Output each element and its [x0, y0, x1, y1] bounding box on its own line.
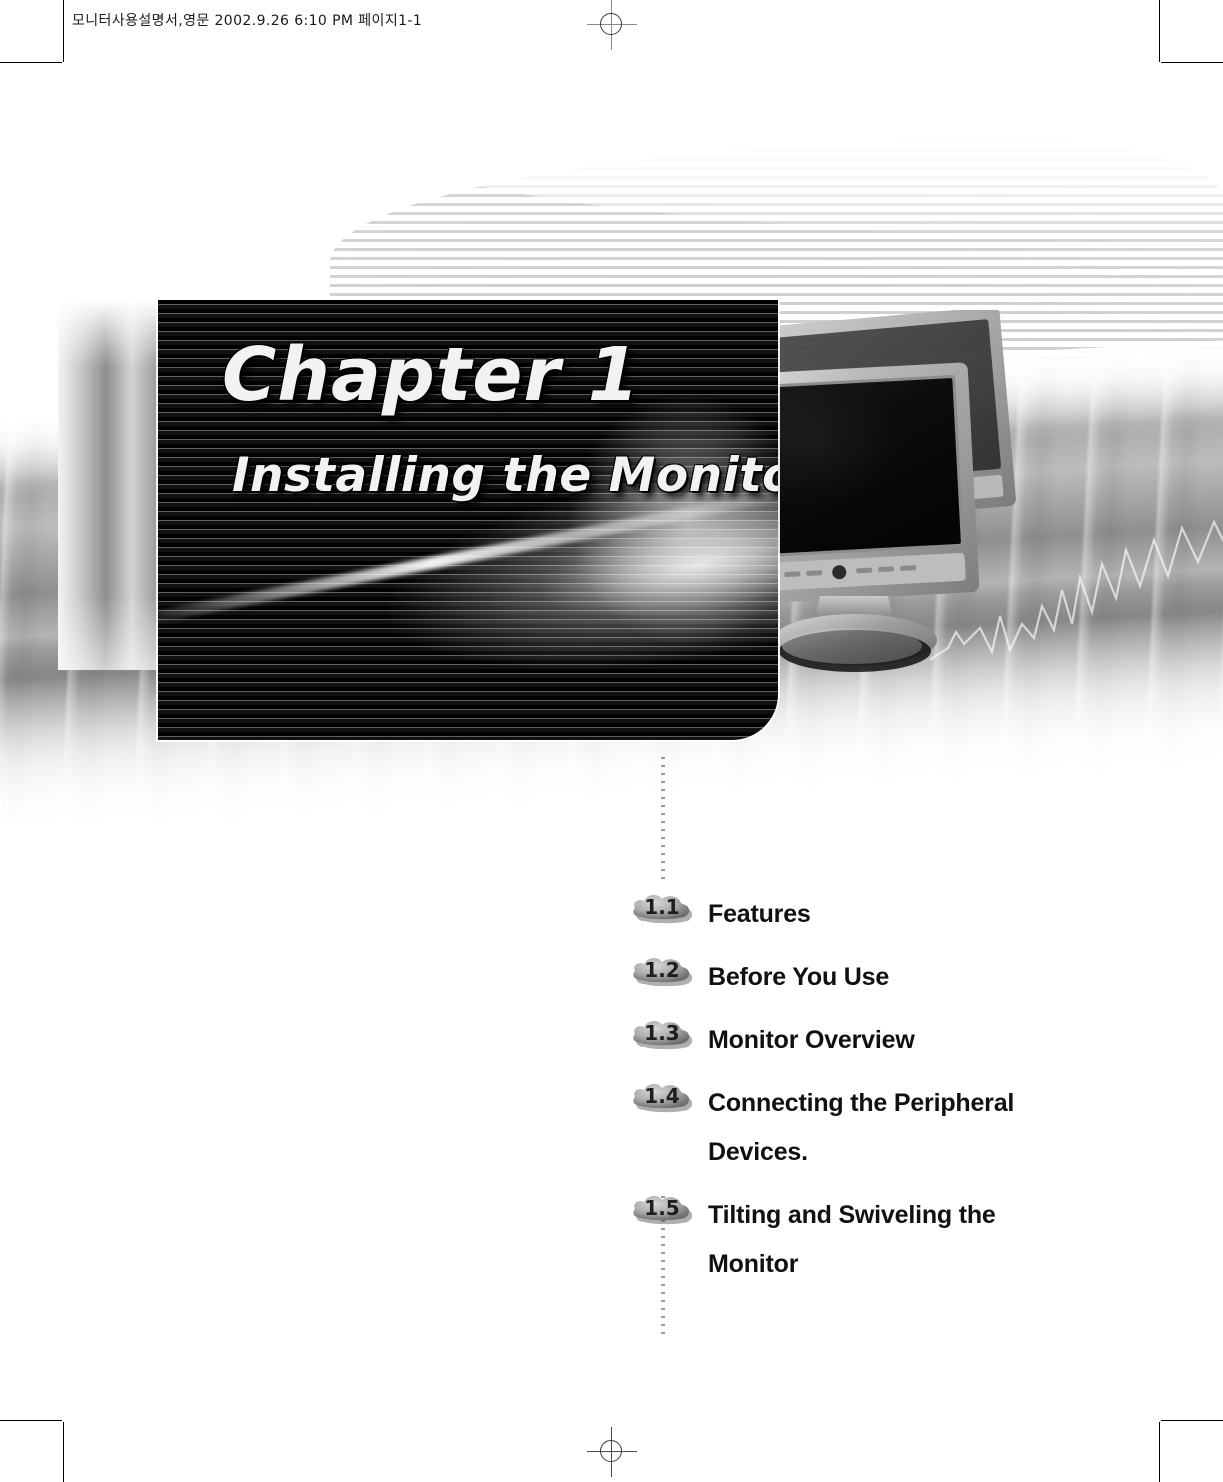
toc-item-1-2[interactable]: 1.2 Before You Use	[628, 953, 1098, 1002]
crop-mark-bottom-right-horizontal	[1161, 1420, 1223, 1421]
registration-mark-circle	[600, 13, 622, 35]
toc-number: 1.5	[644, 1196, 680, 1220]
toc-label: Monitor Overview	[708, 1026, 915, 1054]
toc-label: Before You Use	[708, 963, 890, 991]
chapter-subtitle: Installing the Monitor	[232, 448, 778, 503]
crop-mark-top-right-vertical	[1159, 0, 1160, 62]
crop-mark-top-left-horizontal	[0, 62, 62, 63]
cloud-badge-icon: 1.4	[628, 1079, 694, 1113]
toc-number: 1.3	[644, 1021, 680, 1045]
toc-label: Features	[708, 900, 811, 928]
cloud-badge-icon: 1.3	[628, 1016, 694, 1050]
crop-mark-bottom-left-horizontal	[0, 1420, 62, 1421]
toc-label-continuation: Devices.	[708, 1138, 808, 1166]
toc-number: 1.4	[644, 1084, 680, 1108]
cloud-badge-icon: 1.2	[628, 953, 694, 987]
toc-label-continuation: Monitor	[708, 1250, 799, 1278]
toc-label: Tilting and Swiveling the	[708, 1201, 996, 1229]
crop-mark-top-left-vertical	[63, 0, 64, 62]
toc-item-1-5[interactable]: 1.5 Tilting and Swiveling the	[628, 1191, 1098, 1240]
toc-item-1-3[interactable]: 1.3 Monitor Overview	[628, 1016, 1098, 1065]
crop-mark-top-right-horizontal	[1161, 62, 1223, 63]
cloud-badge-icon: 1.5	[628, 1191, 694, 1225]
registration-mark-top	[587, 0, 637, 50]
crop-mark-bottom-left-vertical	[63, 1422, 64, 1482]
toc-item-1-1[interactable]: 1.1 Features	[628, 890, 1098, 939]
chapter-banner-artwork: Chapter 1 Installing the Monitor	[0, 120, 1223, 820]
cloud-badge-icon: 1.1	[628, 890, 694, 924]
toc-number: 1.1	[644, 895, 680, 919]
toc-number: 1.2	[644, 958, 680, 982]
dotted-guide-line-top	[661, 757, 665, 885]
chapter-title: Chapter 1	[222, 332, 641, 418]
registration-mark-circle	[600, 1440, 622, 1462]
registration-mark-bottom	[587, 1427, 637, 1477]
toc-item-1-4[interactable]: 1.4 Connecting the Peripheral	[628, 1079, 1098, 1128]
chapter-contents-list: 1.1 Features 1.2 Before You Use 1.3 Moni…	[628, 890, 1098, 1289]
page-slug-text: 모니터사용설명서,영문 2002.9.26 6:10 PM 페이지1-1	[72, 13, 423, 29]
crop-mark-bottom-right-vertical	[1159, 1422, 1160, 1482]
chapter-title-panel: Chapter 1 Installing the Monitor	[158, 300, 778, 740]
toc-label: Connecting the Peripheral	[708, 1089, 1015, 1117]
